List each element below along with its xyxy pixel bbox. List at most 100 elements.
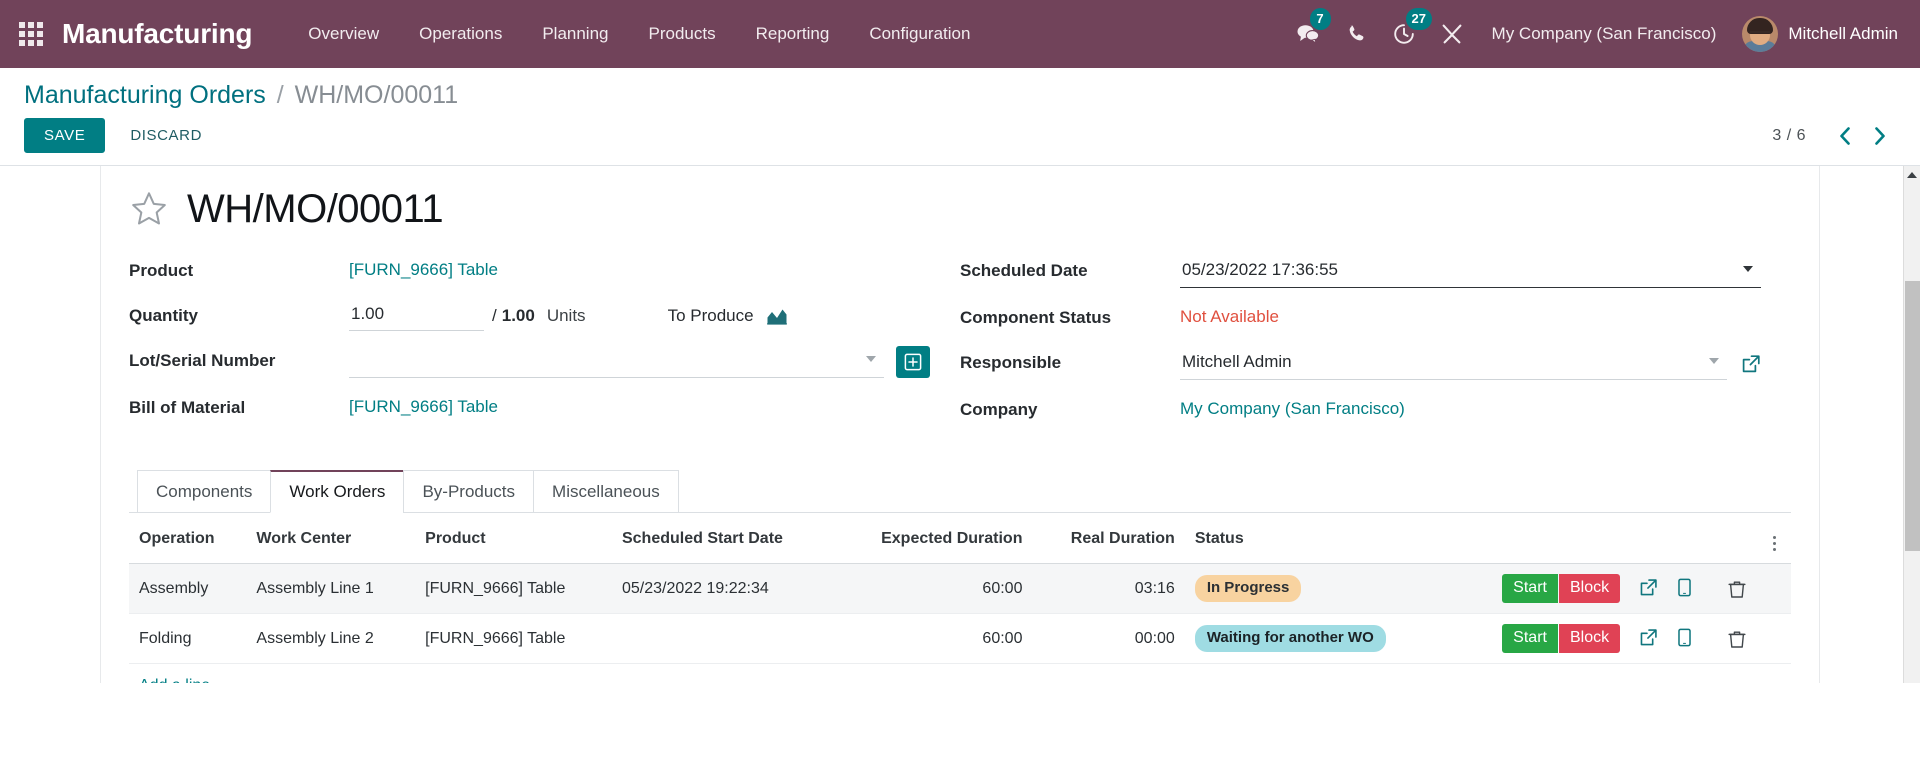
cell-options-spacer bbox=[1757, 563, 1791, 614]
open-work-order-button[interactable] bbox=[1639, 628, 1658, 647]
work-orders-table: Operation Work Center Product Scheduled … bbox=[129, 513, 1791, 683]
cell-product[interactable]: [FURN_9666] Table bbox=[415, 613, 612, 664]
company-switcher[interactable]: My Company (San Francisco) bbox=[1478, 24, 1731, 44]
field-company-label: Company bbox=[960, 400, 1038, 419]
vertical-scrollbar[interactable] bbox=[1903, 166, 1920, 683]
scroll-up-arrow-icon bbox=[1907, 171, 1917, 178]
chevron-down-icon[interactable] bbox=[1709, 358, 1719, 364]
user-menu[interactable]: Mitchell Admin bbox=[1734, 16, 1904, 52]
external-link-icon bbox=[1640, 579, 1657, 596]
cell-scheduled-start-date[interactable]: 05/23/2022 19:22:34 bbox=[611, 563, 835, 614]
cell-options-spacer bbox=[1757, 613, 1791, 664]
cell-operation[interactable]: Folding bbox=[129, 613, 247, 664]
menu-item-products[interactable]: Products bbox=[629, 0, 736, 68]
phone-button[interactable] bbox=[1334, 0, 1378, 68]
quantity-input[interactable] bbox=[349, 301, 484, 331]
form-viewport: WH/MO/00011 Product [FURN_9666] Table Qu… bbox=[0, 166, 1920, 683]
field-bill-of-material: Bill of Material [FURN_9666] Table bbox=[129, 393, 930, 423]
messages-button[interactable]: 7 bbox=[1286, 0, 1331, 68]
table-row[interactable]: Assembly Assembly Line 1 [FURN_9666] Tab… bbox=[129, 563, 1791, 614]
column-header-real-duration[interactable]: Real Duration bbox=[1032, 513, 1185, 564]
table-body: Assembly Assembly Line 1 [FURN_9666] Tab… bbox=[129, 563, 1791, 683]
start-button[interactable]: Start bbox=[1502, 574, 1558, 603]
add-line-row[interactable]: Add a line bbox=[129, 664, 1791, 683]
menu-item-overview[interactable]: Overview bbox=[288, 0, 399, 68]
table-header-row: Operation Work Center Product Scheduled … bbox=[129, 513, 1791, 564]
field-responsible: Responsible bbox=[960, 348, 1761, 380]
tab-miscellaneous[interactable]: Miscellaneous bbox=[533, 470, 679, 513]
pager-previous-button[interactable] bbox=[1828, 120, 1860, 152]
field-bom-value[interactable]: [FURN_9666] Table bbox=[349, 393, 498, 421]
field-product-value[interactable]: [FURN_9666] Table bbox=[349, 256, 498, 284]
add-a-line-button[interactable]: Add a line bbox=[129, 664, 1791, 683]
cell-expected-duration[interactable]: 60:00 bbox=[834, 563, 1033, 614]
favorite-toggle[interactable] bbox=[129, 189, 169, 229]
apps-grid-icon bbox=[19, 22, 43, 46]
field-company-value[interactable]: My Company (San Francisco) bbox=[1180, 395, 1405, 423]
field-lot-serial: Lot/Serial Number bbox=[129, 346, 930, 378]
column-header-status[interactable]: Status bbox=[1184, 513, 1444, 564]
activities-count-badge: 27 bbox=[1405, 8, 1433, 30]
block-button[interactable]: Block bbox=[1558, 624, 1621, 653]
control-panel-actions: SAVE DISCARD 3 / 6 bbox=[24, 118, 1896, 153]
cell-scheduled-start-date[interactable] bbox=[611, 613, 835, 664]
cell-operation[interactable]: Assembly bbox=[129, 563, 247, 614]
delete-row-button[interactable] bbox=[1728, 629, 1746, 649]
column-header-operation[interactable]: Operation bbox=[129, 513, 247, 564]
record-header: WH/MO/00011 bbox=[129, 188, 1791, 230]
lot-serial-input[interactable] bbox=[349, 346, 884, 378]
column-header-work-center[interactable]: Work Center bbox=[246, 513, 416, 564]
tablet-view-button[interactable] bbox=[1676, 628, 1693, 647]
apps-menu-button[interactable] bbox=[0, 0, 62, 68]
cell-real-duration[interactable]: 03:16 bbox=[1032, 563, 1185, 614]
status-badge: Waiting for another WO bbox=[1194, 625, 1386, 652]
datepicker-toggle-icon[interactable] bbox=[1743, 266, 1753, 272]
tablet-view-button[interactable] bbox=[1676, 578, 1693, 597]
discard-button[interactable]: DISCARD bbox=[115, 118, 217, 153]
column-header-expected-duration[interactable]: Expected Duration bbox=[834, 513, 1033, 564]
menu-item-planning[interactable]: Planning bbox=[522, 0, 628, 68]
tab-components[interactable]: Components bbox=[137, 470, 272, 513]
responsible-input[interactable] bbox=[1180, 348, 1727, 380]
app-brand-manufacturing[interactable]: Manufacturing bbox=[62, 18, 252, 50]
forecast-report-button[interactable] bbox=[766, 306, 788, 326]
save-button[interactable]: SAVE bbox=[24, 118, 106, 153]
cell-work-center[interactable]: Assembly Line 2 bbox=[246, 613, 416, 664]
field-component-status: Component Status Not Available bbox=[960, 303, 1761, 333]
column-header-scheduled-start-date[interactable]: Scheduled Start Date bbox=[611, 513, 835, 564]
quantity-uom: Units bbox=[546, 306, 586, 325]
cell-real-duration[interactable]: 00:00 bbox=[1032, 613, 1185, 664]
start-button[interactable]: Start bbox=[1502, 624, 1558, 653]
field-bom-label: Bill of Material bbox=[129, 398, 246, 417]
menu-item-reporting[interactable]: Reporting bbox=[736, 0, 850, 68]
cell-status: Waiting for another WO bbox=[1184, 613, 1444, 664]
lot-serial-create-button[interactable] bbox=[896, 346, 930, 378]
tab-by-products[interactable]: By-Products bbox=[403, 470, 535, 513]
column-header-product[interactable]: Product bbox=[415, 513, 612, 564]
scheduled-date-input[interactable] bbox=[1180, 256, 1761, 288]
scrollbar-thumb[interactable] bbox=[1905, 281, 1920, 551]
breadcrumb-separator: / bbox=[276, 81, 284, 109]
open-work-order-button[interactable] bbox=[1639, 578, 1658, 597]
activities-button[interactable]: 27 bbox=[1382, 0, 1433, 68]
menu-item-configuration[interactable]: Configuration bbox=[849, 0, 990, 68]
form-column-left: Product [FURN_9666] Table Quantity / 1.0… bbox=[129, 256, 960, 440]
cell-product[interactable]: [FURN_9666] Table bbox=[415, 563, 612, 614]
delete-row-button[interactable] bbox=[1728, 579, 1746, 599]
optional-columns-button[interactable] bbox=[1757, 513, 1791, 564]
cell-expected-duration[interactable]: 60:00 bbox=[834, 613, 1033, 664]
menu-item-operations[interactable]: Operations bbox=[399, 0, 522, 68]
table-row[interactable]: Folding Assembly Line 2 [FURN_9666] Tabl… bbox=[129, 613, 1791, 664]
scroll-up-button[interactable] bbox=[1904, 166, 1920, 183]
cell-row-actions: Start Block bbox=[1443, 613, 1703, 664]
block-button[interactable]: Block bbox=[1558, 574, 1621, 603]
sheet-background: WH/MO/00011 Product [FURN_9666] Table Qu… bbox=[0, 166, 1920, 683]
status-badge: In Progress bbox=[1194, 575, 1302, 602]
debug-tools-button[interactable] bbox=[1430, 0, 1474, 68]
cell-work-center[interactable]: Assembly Line 1 bbox=[246, 563, 416, 614]
breadcrumb-root-link[interactable]: Manufacturing Orders bbox=[24, 81, 266, 109]
responsible-open-record-button[interactable] bbox=[1741, 354, 1761, 374]
tab-work-orders[interactable]: Work Orders bbox=[270, 470, 405, 513]
chevron-down-icon[interactable] bbox=[866, 356, 876, 362]
pager-next-button[interactable] bbox=[1864, 120, 1896, 152]
